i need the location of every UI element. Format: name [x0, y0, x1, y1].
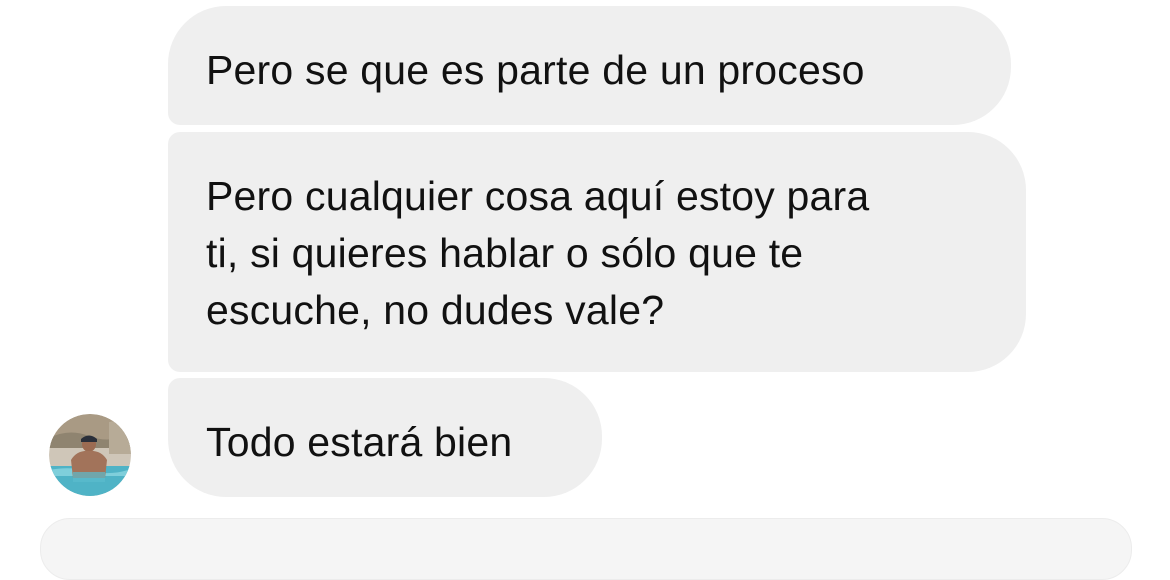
message-bubble[interactable]: Pero se que es parte de un proceso: [168, 6, 1011, 125]
message-text-line: Pero cualquier cosa aquí estoy para: [206, 173, 870, 219]
message-bubble[interactable]: Todo estará bien: [168, 378, 602, 497]
message-composer[interactable]: [40, 518, 1132, 580]
message-text: Todo estará bien: [206, 419, 513, 465]
message-text-line: escuche, no dudes vale?: [206, 287, 665, 333]
message-text-line: ti, si quieres hablar o sólo que te: [206, 230, 804, 276]
message-bubble[interactable]: Pero cualquier cosa aquí estoy para ti, …: [168, 132, 1026, 372]
profile-photo-icon: [49, 414, 131, 496]
avatar[interactable]: [49, 414, 131, 496]
message-text: Pero se que es parte de un proceso: [206, 47, 865, 93]
